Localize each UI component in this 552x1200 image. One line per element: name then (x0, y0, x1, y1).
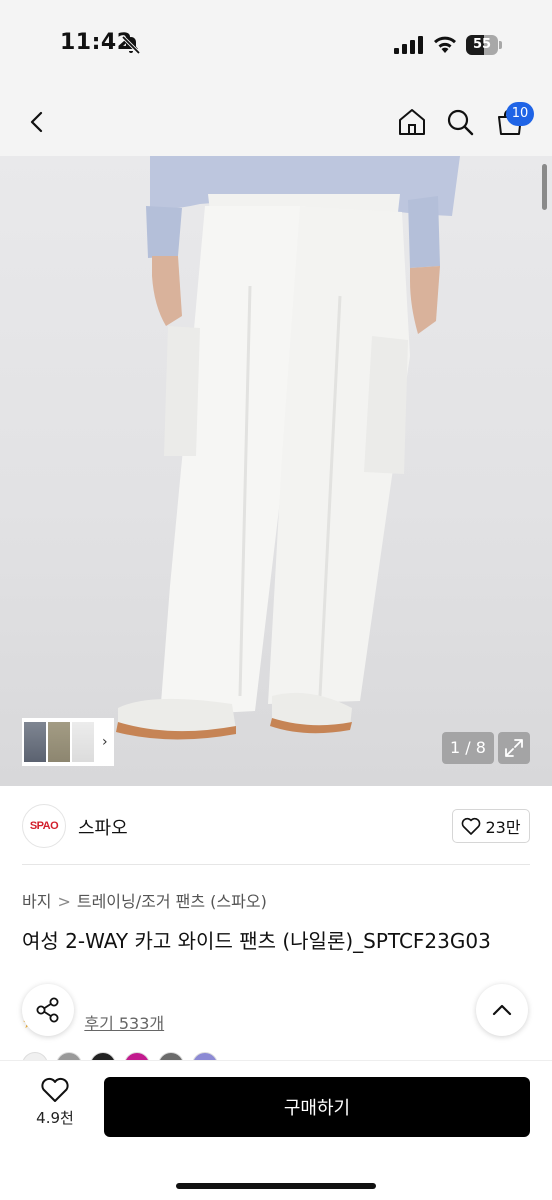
product-title: 여성 2-WAY 카고 와이드 팬츠 (나일론)_SPTCF23G03 (22, 929, 491, 953)
breadcrumb-item-category[interactable]: 트레이닝/조거 팬츠 (스파오) (77, 892, 267, 911)
search-icon (447, 109, 474, 136)
home-indicator (176, 1183, 376, 1189)
share-button[interactable] (22, 984, 74, 1036)
thumbnail-strip[interactable]: › (22, 718, 114, 766)
breadcrumb-item-pants[interactable]: 바지 (22, 892, 51, 911)
expand-image-button[interactable] (498, 732, 530, 764)
bell-slash-icon (121, 35, 141, 55)
back-button[interactable] (16, 100, 60, 144)
breadcrumb-separator: > (57, 892, 71, 911)
battery-text: 55 (472, 37, 492, 52)
brand-logo[interactable]: SPAO (22, 804, 66, 848)
wishlist-button[interactable]: 4.9천 (22, 1077, 88, 1141)
status-bar: 11:42 55 (0, 0, 552, 90)
expand-icon (505, 739, 523, 757)
chevron-up-icon (492, 1004, 512, 1016)
back-chevron-icon (30, 111, 43, 133)
thumbnail-khaki[interactable] (48, 722, 70, 762)
brand-logo-text: SPAO (29, 820, 59, 832)
thumbnail-grey[interactable] (24, 722, 46, 762)
bottom-action-bar: 4.9천 구매하기 (0, 1060, 552, 1200)
home-button[interactable] (390, 100, 434, 144)
product-image-gallery[interactable]: › 1 / 8 (0, 156, 552, 786)
product-photo (116, 156, 460, 740)
image-page-counter: 1 / 8 (442, 732, 494, 764)
wifi-icon (434, 36, 456, 53)
cart-count-badge: 10 (506, 102, 534, 126)
wishlist-count: 4.9천 (36, 1109, 74, 1127)
top-nav (0, 90, 552, 156)
heart-icon (41, 1077, 69, 1102)
brand-like-count: 23만 (485, 818, 521, 837)
thumbnail-white[interactable] (72, 722, 94, 762)
thumbnail-arrow-icon: › (102, 734, 108, 750)
battery-indicator: 55 (466, 35, 502, 55)
scroll-to-top-button[interactable] (476, 984, 528, 1036)
share-icon (36, 997, 59, 1023)
brand-row: SPAO 스파오 23만 (22, 800, 530, 852)
search-button[interactable] (438, 100, 482, 144)
heart-icon (462, 817, 481, 835)
scroll-indicator (542, 164, 547, 210)
home-icon (399, 109, 425, 135)
breadcrumb: 바지 > 트레이닝/조거 팬츠 (스파오) (22, 888, 267, 912)
review-count-link[interactable]: 후기 533개 (84, 1010, 164, 1034)
signal-icon (394, 36, 423, 54)
buy-button[interactable]: 구매하기 (104, 1077, 530, 1137)
brand-name[interactable]: 스파오 (78, 814, 128, 840)
brand-like-button[interactable]: 23만 (452, 809, 530, 843)
divider (22, 864, 530, 865)
